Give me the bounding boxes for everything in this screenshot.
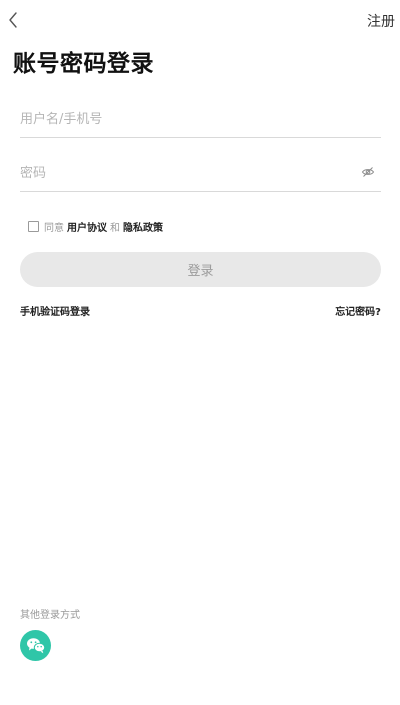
register-link[interactable]: 注册 (367, 11, 395, 31)
agreement-row: 同意 用户协议 和 隐私政策 (28, 219, 166, 234)
sms-login-link[interactable]: 手机验证码登录 (20, 303, 90, 318)
wechat-icon (26, 638, 45, 654)
back-button[interactable] (2, 8, 24, 32)
agreement-and: 和 (110, 222, 120, 234)
password-input[interactable] (20, 161, 350, 185)
login-screen: 注册 账号密码登录 同意 用户协议 和 隐私政策 登录 手机验证码登录 忘记密码… (0, 0, 400, 705)
username-field (20, 107, 381, 138)
other-login-label: 其他登录方式 (20, 610, 80, 621)
eye-off-icon (361, 167, 375, 177)
agreement-checkbox[interactable] (28, 220, 39, 232)
top-bar: 注册 (0, 0, 400, 40)
user-agreement-link[interactable]: 用户协议 (67, 219, 107, 234)
password-field (20, 161, 381, 192)
agreement-prefix: 同意 (44, 222, 64, 234)
username-input[interactable] (20, 107, 350, 131)
page-title: 账号密码登录 (13, 51, 154, 77)
wechat-login-button[interactable] (20, 630, 51, 661)
privacy-policy-link[interactable]: 隐私政策 (123, 219, 163, 234)
chevron-left-icon (9, 12, 17, 28)
forgot-password-link[interactable]: 忘记密码? (335, 303, 381, 318)
password-visibility-toggle[interactable] (361, 164, 377, 180)
login-button[interactable]: 登录 (20, 252, 381, 287)
